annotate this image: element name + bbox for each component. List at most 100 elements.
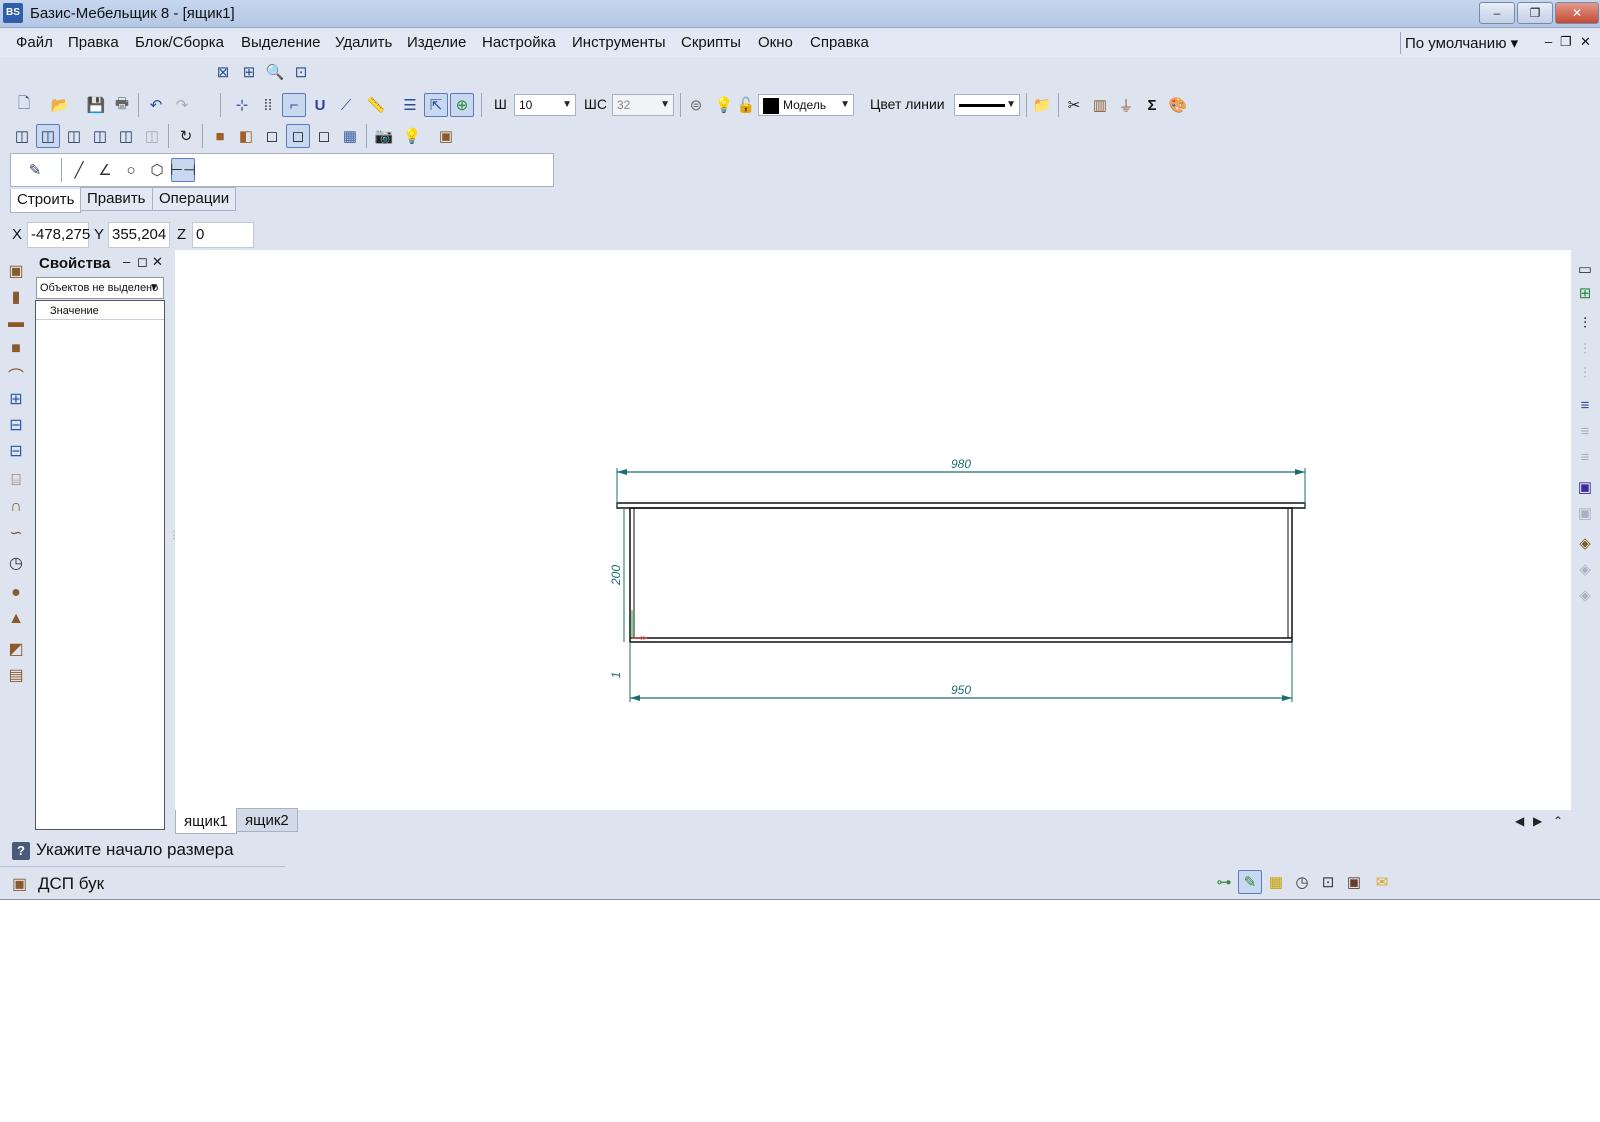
layer-move-icon[interactable]: ≡ <box>1573 419 1597 443</box>
view-iso-icon[interactable]: ◫ <box>140 124 164 148</box>
add-panel-icon[interactable]: ⊞ <box>1573 281 1597 305</box>
restore-button[interactable]: ❐ <box>1517 2 1553 24</box>
hardware-icon[interactable]: ◈ <box>1573 531 1597 555</box>
menu-tools[interactable]: Инструменты <box>572 34 666 51</box>
mdi-restore-button[interactable]: ❐ <box>1560 34 1572 50</box>
stamp-icon[interactable]: ⏚ <box>1114 93 1138 117</box>
arch-icon[interactable]: ∩ <box>4 495 28 519</box>
pencil-icon[interactable]: ✎ <box>23 158 47 182</box>
y-field[interactable]: 355,204 <box>108 222 170 248</box>
paint-icon[interactable]: 🎨 <box>1166 93 1190 117</box>
menu-delete[interactable]: Удалить <box>335 34 392 51</box>
view-left-icon[interactable]: ◫ <box>62 124 86 148</box>
menu-edit[interactable]: Правка <box>68 34 119 51</box>
object-select[interactable]: Объектов не выделено ▼ <box>36 277 164 299</box>
panel-icon[interactable]: ▣ <box>4 259 28 283</box>
table-icon[interactable]: ▦ <box>1264 870 1288 894</box>
ruler-icon[interactable]: 📏 <box>364 93 388 117</box>
cube-edit-icon[interactable]: ▣ <box>1573 501 1597 525</box>
magnet-icon[interactable]: U <box>308 93 332 117</box>
menu-scripts[interactable]: Скрипты <box>681 34 741 51</box>
layer-add-icon[interactable]: ≡ <box>1573 393 1597 417</box>
pin-icon[interactable]: – <box>123 254 130 269</box>
facade-icon[interactable]: ⊞ <box>4 387 28 411</box>
print-icon[interactable]: 🖶 <box>110 93 134 117</box>
folder-icon[interactable]: 📁 <box>1030 93 1054 117</box>
view-back-icon[interactable]: ◫ <box>114 124 138 148</box>
horizontal-divider-icon[interactable]: ⊟ <box>4 439 28 463</box>
menu-block[interactable]: Блок/Сборка <box>135 34 224 51</box>
carcass-outline[interactable] <box>629 507 1293 643</box>
profile-icon[interactable]: ∽ <box>4 521 28 545</box>
new-icon[interactable]: 🗋 <box>12 93 36 117</box>
front-panel-icon[interactable]: ■ <box>4 337 28 361</box>
float-icon[interactable]: ◻ <box>137 254 148 270</box>
dimension-tool-icon[interactable]: ⊢⊣ <box>170 158 196 182</box>
split-view-icon[interactable]: ▦ <box>338 124 362 148</box>
redo-icon[interactable]: ↷ <box>170 93 194 117</box>
zoom-fit-icon[interactable]: ⊠ <box>211 60 235 84</box>
minimize-button[interactable]: – <box>1479 2 1515 24</box>
profile-dropdown[interactable]: По умолчанию ▾ <box>1405 34 1518 52</box>
dim-text-vertical[interactable]: 200 <box>609 565 623 586</box>
save-icon[interactable]: 💾 <box>84 93 108 117</box>
tab-operations[interactable]: Операции <box>152 187 237 211</box>
open-icon[interactable]: 📂 <box>48 93 72 117</box>
mdi-close-button[interactable]: ✕ <box>1580 34 1591 50</box>
line-tool-icon[interactable]: ╱ <box>67 158 91 182</box>
edge-remove-icon[interactable]: ⫶ <box>1573 361 1597 385</box>
tab-scroll-left-icon[interactable]: ◀ <box>1515 814 1524 828</box>
door-icon[interactable]: ▥ <box>1088 93 1112 117</box>
edge-icon[interactable]: ⫶ <box>1573 311 1597 335</box>
stack-icon[interactable]: ▤ <box>4 663 28 687</box>
solid-icon[interactable]: ◧ <box>234 124 258 148</box>
material-icon[interactable]: ■ <box>208 124 232 148</box>
view-top-icon[interactable]: ◫ <box>36 124 60 148</box>
view-right-icon[interactable]: ◫ <box>88 124 112 148</box>
cube-add-icon[interactable]: ▣ <box>1573 475 1597 499</box>
zoom-in-icon[interactable]: 🔍 <box>263 60 287 84</box>
pan-icon[interactable]: ⊡ <box>289 60 313 84</box>
grid-step-combo[interactable]: 32 ▼ <box>612 94 674 116</box>
cut-icon[interactable]: ✂ <box>1062 93 1086 117</box>
pyramid-icon[interactable]: ▲ <box>4 607 28 631</box>
note-icon[interactable]: ✉ <box>1370 870 1394 894</box>
cut-panel-icon[interactable]: ◩ <box>4 637 28 661</box>
wire-icon[interactable]: ◻ <box>286 124 310 148</box>
line-color-combo[interactable]: ▼ <box>954 94 1020 116</box>
hidden-icon[interactable]: ◻ <box>312 124 336 148</box>
layer-combo[interactable]: Модель ▼ <box>758 94 854 116</box>
grid-icon[interactable]: ⁞⁞ <box>256 93 280 117</box>
tree-icon[interactable]: ⊶ <box>1212 870 1236 894</box>
light-icon[interactable]: 💡 <box>400 124 424 148</box>
shaded-icon[interactable]: ◻ <box>260 124 284 148</box>
menu-file[interactable]: Файл <box>16 34 53 51</box>
view-front-icon[interactable]: ◫ <box>10 124 34 148</box>
hardware-remove-icon[interactable]: ◈ <box>1573 583 1597 607</box>
tab-scroll-right-icon[interactable]: ▶ <box>1533 814 1542 828</box>
dim-text-small[interactable]: 1 <box>609 672 623 679</box>
dim-text-bottom[interactable]: 950 <box>951 683 971 697</box>
camera-icon[interactable]: 📷 <box>372 124 396 148</box>
bulb-icon[interactable]: 💡 <box>712 93 736 117</box>
polygon-tool-icon[interactable]: ⬡ <box>145 158 169 182</box>
line-width-combo[interactable]: 10 ▼ <box>514 94 576 116</box>
tab-doc-2[interactable]: ящик2 <box>236 808 298 832</box>
material-name[interactable]: ДСП бук <box>38 874 104 894</box>
history-icon[interactable]: ◷ <box>1290 870 1314 894</box>
menu-selection[interactable]: Выделение <box>241 34 320 51</box>
tab-collapse-icon[interactable]: ⌃ <box>1553 814 1563 828</box>
layer-remove-icon[interactable]: ≡ <box>1573 445 1597 469</box>
ortho-icon[interactable]: ⌐ <box>282 93 306 117</box>
menu-window[interactable]: Окно <box>758 34 793 51</box>
snap-icon[interactable]: ⊹ <box>230 93 254 117</box>
tab-edit[interactable]: Править <box>80 187 153 211</box>
horizontal-panel-icon[interactable]: ▬ <box>4 311 28 335</box>
tab-doc-1[interactable]: ящик1 <box>175 810 237 834</box>
zoom-icon[interactable]: ⊡ <box>1316 870 1340 894</box>
window-panel-icon[interactable]: ▭ <box>1573 257 1597 281</box>
vertical-divider-icon[interactable]: ⊟ <box>4 413 28 437</box>
menu-settings[interactable]: Настройка <box>482 34 556 51</box>
box-icon[interactable]: ▣ <box>434 124 458 148</box>
hardware-edit-icon[interactable]: ◈ <box>1573 557 1597 581</box>
